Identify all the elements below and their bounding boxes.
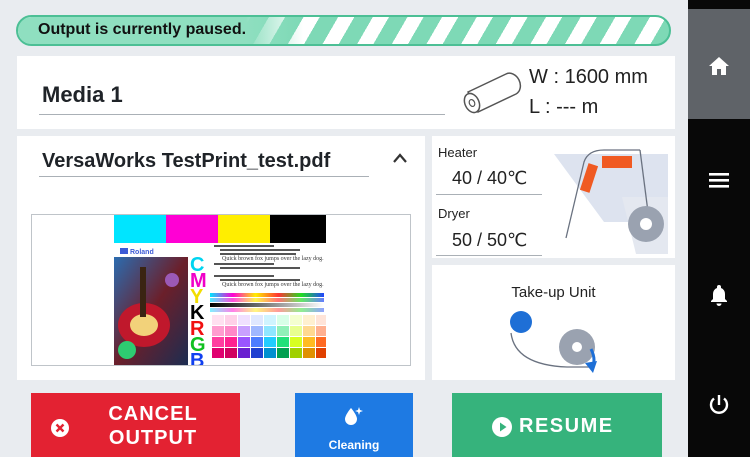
media-panel[interactable]: Media 1 W : 1600 mm L : --- m: [17, 56, 675, 129]
status-message: Output is currently paused.: [38, 21, 247, 38]
sidebar-item-notifications[interactable]: [688, 265, 750, 325]
job-file-name: VersaWorks TestPrint_test.pdf: [42, 150, 331, 172]
heater-panel[interactable]: Heater 40 / 40℃ Dryer 50 / 50℃: [432, 136, 675, 258]
cancel-line1: CANCEL: [108, 403, 198, 425]
status-banner: Output is currently paused.: [16, 15, 671, 46]
sidebar-item-menu[interactable]: [688, 150, 750, 210]
bell-icon: [711, 285, 727, 306]
resume-button[interactable]: RESUME: [452, 393, 662, 457]
play-icon: [492, 417, 512, 437]
media-roll-icon: [463, 72, 522, 114]
divider: [39, 176, 369, 177]
drop-sparkle-icon: [345, 407, 363, 425]
sidebar-item-power[interactable]: [688, 375, 750, 435]
cancel-line2: OUTPUT: [108, 427, 198, 449]
dryer-value: 50 / 50℃: [452, 230, 528, 250]
cancel-output-button[interactable]: CANCEL OUTPUT: [31, 393, 240, 457]
sidebar: [688, 0, 750, 457]
print-preview-image: Roland C M Y K R G B Quick brown fox jum…: [31, 214, 411, 366]
job-panel: VersaWorks TestPrint_test.pdf Roland C M…: [17, 136, 425, 380]
close-circle-icon: [51, 419, 69, 437]
heater-value: 40 / 40℃: [452, 168, 528, 188]
cancel-output-label: CANCEL OUTPUT: [93, 402, 213, 450]
cleaning-label: Cleaning: [328, 438, 380, 452]
length-label: L: [529, 96, 540, 118]
cleaning-button[interactable]: Cleaning: [295, 393, 413, 457]
chevron-up-icon[interactable]: [386, 144, 414, 172]
divider: [436, 255, 542, 256]
media-name: Media 1: [42, 82, 123, 107]
resume-label: RESUME: [519, 415, 614, 437]
divider: [39, 114, 445, 115]
power-icon: [709, 395, 729, 414]
media-length: L : --- m: [529, 96, 598, 119]
takeup-unit-icon: [510, 311, 597, 373]
divider: [436, 194, 542, 195]
preview-sample-text: Quick brown fox jumps over the lazy dog.: [222, 255, 324, 262]
width-value: : 1600 mm: [553, 66, 648, 88]
menu-icon: [709, 173, 729, 188]
heater-diagram-icon: [544, 142, 668, 254]
preview-sample-text: Quick brown fox jumps over the lazy dog.: [222, 281, 324, 288]
svg-text:B: B: [190, 350, 204, 366]
roland-logo: Roland: [130, 249, 154, 256]
heater-label: Heater: [438, 145, 478, 160]
sidebar-item-home[interactable]: [688, 9, 750, 119]
media-width: W : 1600 mm: [529, 66, 648, 89]
length-value: : --- m: [544, 96, 599, 118]
home-icon: [709, 57, 729, 75]
print-preview-graphic: Roland C M Y K R G B Quick brown fox jum…: [32, 215, 410, 366]
dryer-label: Dryer: [438, 206, 470, 221]
takeup-label: Take-up Unit: [511, 284, 596, 301]
takeup-panel[interactable]: Take-up Unit: [432, 265, 675, 380]
width-label: W: [529, 66, 548, 88]
